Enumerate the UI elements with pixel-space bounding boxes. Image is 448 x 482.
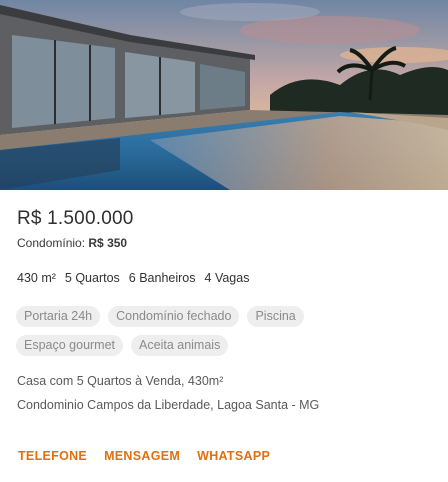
tag-row: Portaria 24h Condomínio fechado Piscina (16, 306, 436, 327)
contact-actions: TELEFONE MENSAGEM WHATSAPP (18, 449, 270, 463)
whatsapp-button[interactable]: WHATSAPP (197, 449, 270, 463)
tag-row: Espaço gourmet Aceita animais (16, 335, 436, 356)
tag-espaco-gourmet: Espaço gourmet (16, 335, 124, 356)
condo-fee-value: R$ 350 (88, 236, 128, 250)
listing-features: 430 m² 5 Quartos 6 Banheiros 4 Vagas (17, 271, 249, 285)
listing-price: R$ 1.500.000 (17, 208, 134, 229)
listing-card[interactable]: R$ 1.500.000 Condomínio: R$ 350 430 m² 5… (0, 0, 448, 482)
feature-rooms: 5 Quartos (64, 271, 120, 285)
message-button[interactable]: MENSAGEM (104, 449, 180, 463)
listing-description: Casa com 5 Quartos à Venda, 430m² (17, 374, 224, 388)
feature-parking: 4 Vagas (204, 271, 250, 285)
tag-aceita-animais: Aceita animais (131, 335, 229, 356)
phone-button[interactable]: TELEFONE (18, 449, 87, 463)
tag-portaria: Portaria 24h (16, 306, 101, 327)
tag-piscina: Piscina (247, 306, 304, 327)
listing-address: Condominio Campos da Liberdade, Lagoa Sa… (17, 398, 320, 412)
condo-fee-label: Condomínio: (17, 236, 86, 250)
feature-area: 430 m² (17, 271, 56, 285)
property-photo[interactable] (0, 0, 448, 190)
amenity-tags: Portaria 24h Condomínio fechado Piscina … (16, 306, 436, 364)
tag-condominio: Condomínio fechado (108, 306, 240, 327)
condo-fee: Condomínio: R$ 350 (17, 236, 127, 250)
feature-baths: 6 Banheiros (128, 271, 196, 285)
